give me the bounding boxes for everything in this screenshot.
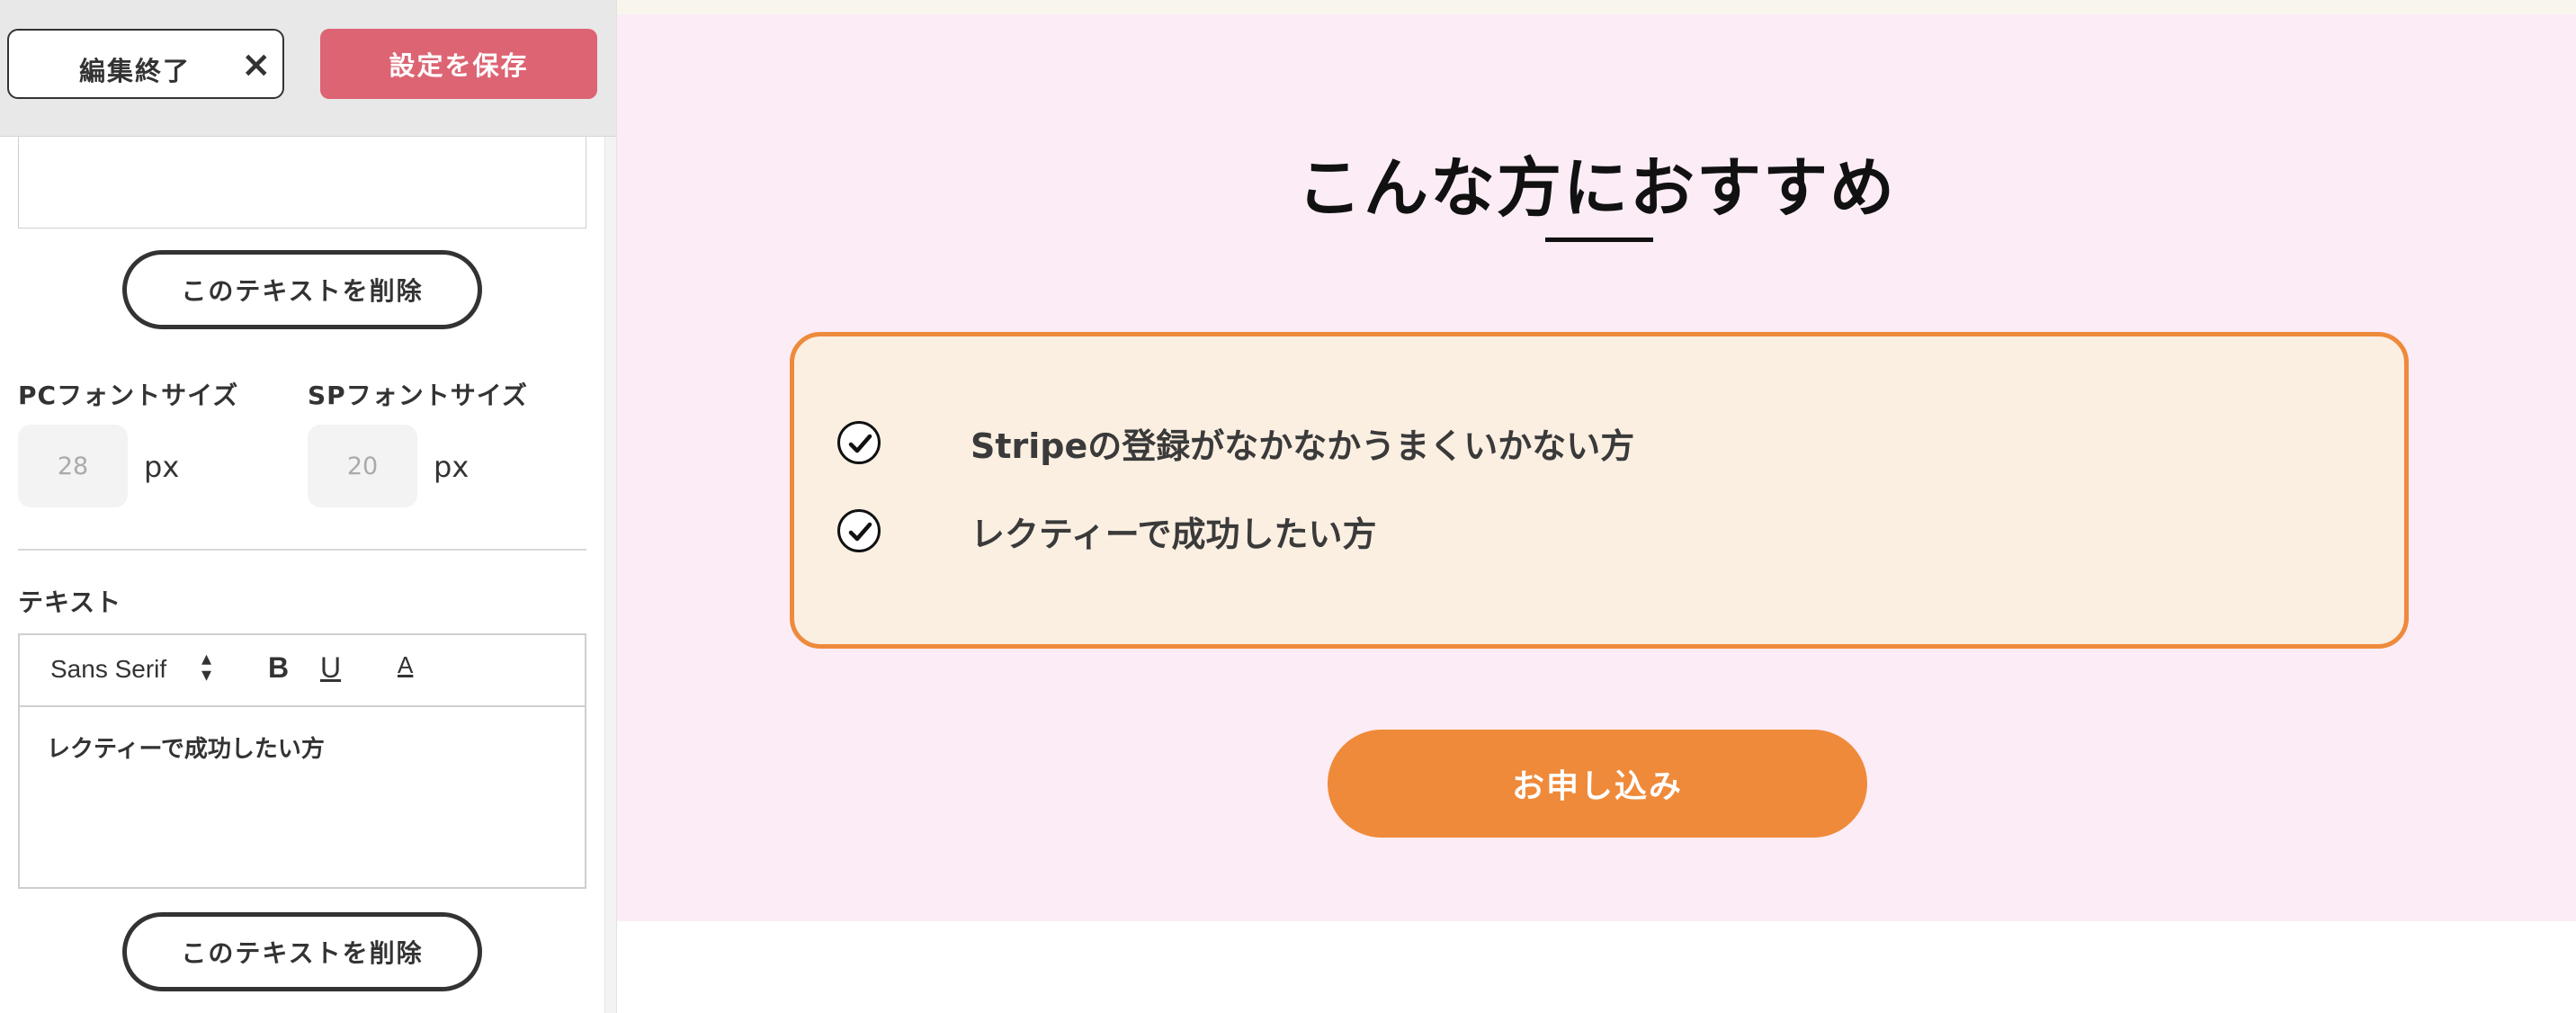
recommendation-card: Stripeの登録がなかなかうまくいかない方 レクティーで成功したい方 (790, 332, 2409, 649)
pc-font-size-unit: px (144, 450, 180, 484)
save-settings-button[interactable]: 設定を保存 (320, 29, 597, 99)
list-item: Stripeの登録がなかなかうまくいかない方 (794, 416, 2404, 470)
sp-font-size-unit: px (434, 450, 470, 484)
pc-font-size-input[interactable] (18, 425, 128, 507)
check-circle-icon (837, 421, 881, 464)
editor-panel: このテキストを削除 PCフォントサイズ SPフォントサイズ px px テキスト… (0, 0, 617, 1013)
previous-text-editor[interactable] (18, 135, 586, 229)
font-family-select[interactable]: Sans Serif (50, 655, 166, 684)
text-label: テキスト (18, 587, 122, 617)
pc-font-size-label: PCフォントサイズ (18, 381, 239, 410)
list-item: レクティーで成功したい方 (794, 504, 2404, 558)
check-circle-icon (837, 509, 881, 552)
underline-button[interactable]: U (320, 651, 341, 685)
list-item-text: Stripeの登録がなかなかうまくいかない方 (970, 426, 1635, 466)
close-editor-button[interactable]: 編集終了 × (7, 29, 284, 99)
recommendation-section: こんな方におすすめ Stripeの登録がなかなかうまくいかない方 レクティーで成… (617, 14, 2576, 921)
panel-scrollbar[interactable] (604, 0, 616, 1013)
delete-text-button[interactable]: このテキストを削除 (122, 250, 482, 329)
select-arrows-icon[interactable]: ▴ ▾ (201, 650, 211, 686)
page-preview: こんな方におすすめ Stripeの登録がなかなかうまくいかない方 レクティーで成… (617, 0, 2576, 1013)
text-editor-body[interactable]: レクティーで成功したい方 (18, 707, 586, 889)
previous-section-strip (617, 0, 2576, 14)
close-icon: × (241, 44, 272, 85)
apply-button[interactable]: お申し込み (1328, 730, 1867, 838)
text-color-button[interactable]: A (398, 651, 413, 679)
sp-font-size-label: SPフォントサイズ (308, 381, 528, 410)
divider (18, 549, 586, 551)
bold-button[interactable]: B (268, 651, 289, 685)
list-item-text: レクティーで成功したい方 (970, 514, 1377, 554)
close-editor-label: 編集終了 (79, 56, 192, 86)
heading-underline (1545, 238, 1653, 242)
delete-text-button[interactable]: このテキストを削除 (122, 912, 482, 991)
editor-top-bar: 編集終了 × 設定を保存 (0, 0, 616, 137)
section-heading: こんな方におすすめ (1296, 150, 1896, 226)
sp-font-size-input[interactable] (308, 425, 417, 507)
rich-text-toolbar: Sans Serif ▴ ▾ B U A (18, 633, 586, 707)
